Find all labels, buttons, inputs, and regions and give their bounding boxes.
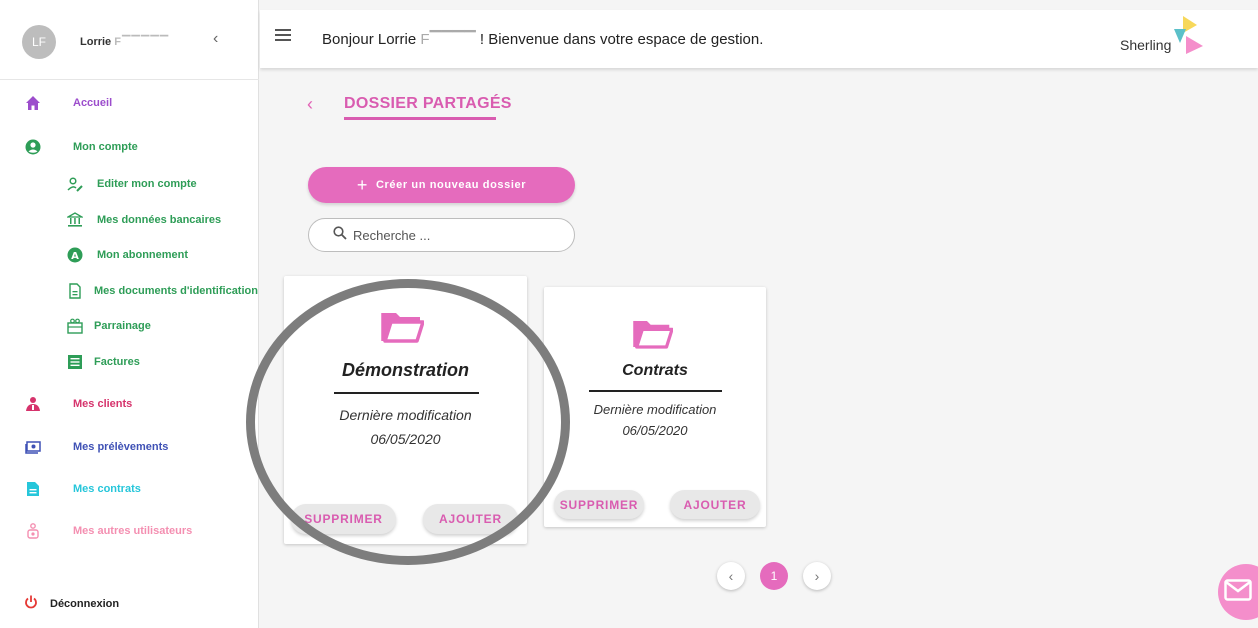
account-circle-icon [25,139,41,155]
search-input[interactable] [353,227,553,243]
sidebar-item-label: Factures [94,356,140,368]
create-folder-label: Créer un nouveau dossier [376,179,527,191]
sidebar-item-label: Accueil [73,97,113,109]
bank-icon [67,212,83,228]
folder-divider [334,392,479,394]
add-button[interactable]: AJOUTER [423,504,518,534]
mail-fab-button[interactable] [1218,564,1258,620]
document-icon [67,283,83,299]
plus-icon: + [356,174,368,195]
sidebar-item-label: Mon abonnement [97,249,189,261]
page-title: DOSSIER PARTAGÉS [344,95,512,112]
sidebar-item-clients[interactable]: Mes clients [0,392,259,416]
next-page-button[interactable]: › [803,562,831,590]
sidebar-item-mon-compte[interactable]: Mon compte [0,135,259,159]
delete-button[interactable]: SUPPRIMER [291,504,396,534]
sidebar-item-prelevements[interactable]: Mes prélèvements [0,435,259,459]
power-icon [24,595,38,612]
sidebar-item-label: Mes prélèvements [73,441,169,453]
back-chevron-icon[interactable]: ‹ [307,94,313,115]
last-modified-label: Dernière modification [339,407,472,423]
last-modified-date: 06/05/2020 [370,431,441,447]
greeting-text: Bonjour Lorrie F▔▔▔▔ ! Bienvenue dans vo… [322,31,764,48]
sidebar-item-label: Mes données bancaires [97,214,222,226]
sidebar-item-parrainage[interactable]: Parrainage [0,314,259,338]
sidebar-item-label: Mes documents d'identification [94,285,258,297]
sidebar-item-documents[interactable]: Mes documents d'identification [0,279,259,303]
sidebar-item-label: Mes clients [73,398,133,410]
folder-icon [633,318,674,355]
sidebar-item-label: Mes autres utilisateurs [73,525,193,537]
delete-button[interactable]: SUPPRIMER [554,490,644,519]
subscription-icon: A [67,247,83,263]
redacted-name: F▔▔▔▔▔ [114,36,170,48]
title-underline [344,117,496,120]
folder-meta: Dernière modification 06/05/2020 [544,399,766,441]
users-icon [25,523,41,539]
folder-divider [589,390,722,392]
add-button[interactable]: AJOUTER [670,490,760,519]
user-edit-icon [67,176,83,192]
invoice-icon [67,354,83,370]
top-bar: Bonjour Lorrie F▔▔▔▔ ! Bienvenue dans vo… [260,10,1258,68]
user-name: Lorrie F▔▔▔▔▔ [80,36,170,48]
user-header: LF Lorrie F▔▔▔▔▔ ‹ [0,0,259,80]
sherling-logo: Sherling [1120,16,1210,62]
create-folder-button[interactable]: + Créer un nouveau dossier [308,167,575,203]
logout-label: Déconnexion [50,597,120,610]
sidebar-item-label: Mes contrats [73,483,141,495]
logout-button[interactable]: Déconnexion [24,595,119,612]
sidebar-item-donnees-bancaires[interactable]: Mes données bancaires [0,208,259,232]
chevron-left-icon[interactable]: ‹ [213,30,218,48]
avatar[interactable]: LF [22,25,56,59]
sidebar-item-label: Mon compte [73,141,138,153]
sidebar-item-editer-compte[interactable]: Editer mon compte [0,172,259,196]
page-1-button[interactable]: 1 [760,562,788,590]
redacted-name: F▔▔▔▔ [420,31,476,48]
sidebar-item-accueil[interactable]: Accueil [0,91,259,115]
sidebar-item-contrats[interactable]: Mes contrats [0,477,259,501]
home-icon [25,95,41,111]
sidebar-item-factures[interactable]: Factures [0,350,259,374]
folder-icon [381,310,425,349]
folder-meta: Dernière modification 06/05/2020 [284,403,527,451]
sidebar: LF Lorrie F▔▔▔▔▔ ‹ Accueil Mon compte Ed… [0,0,259,628]
sidebar-item-label: Parrainage [94,320,151,332]
last-modified-label: Dernière modification [593,402,717,417]
mail-icon [1224,578,1252,606]
search-icon [333,225,347,245]
menu-icon[interactable] [275,29,291,44]
sidebar-item-autres-utilisateurs[interactable]: Mes autres utilisateurs [0,519,259,543]
sidebar-item-label: Editer mon compte [97,178,197,190]
contract-icon [25,481,41,497]
folder-name: Contrats [622,362,688,379]
folder-name: Démonstration [341,360,469,380]
gift-icon [67,318,83,334]
sidebar-item-abonnement[interactable]: A Mon abonnement [0,243,259,267]
folder-card[interactable]: Démonstration Dernière modification 06/0… [284,276,527,544]
prev-page-button[interactable]: ‹ [717,562,745,590]
svg-text:A: A [71,251,79,262]
clients-icon [25,396,41,412]
last-modified-date: 06/05/2020 [622,423,688,438]
search-bar [308,218,575,252]
payment-icon [25,439,41,455]
logo-text: Sherling [1120,37,1172,53]
folder-card[interactable]: Contrats Dernière modification 06/05/202… [544,287,766,527]
